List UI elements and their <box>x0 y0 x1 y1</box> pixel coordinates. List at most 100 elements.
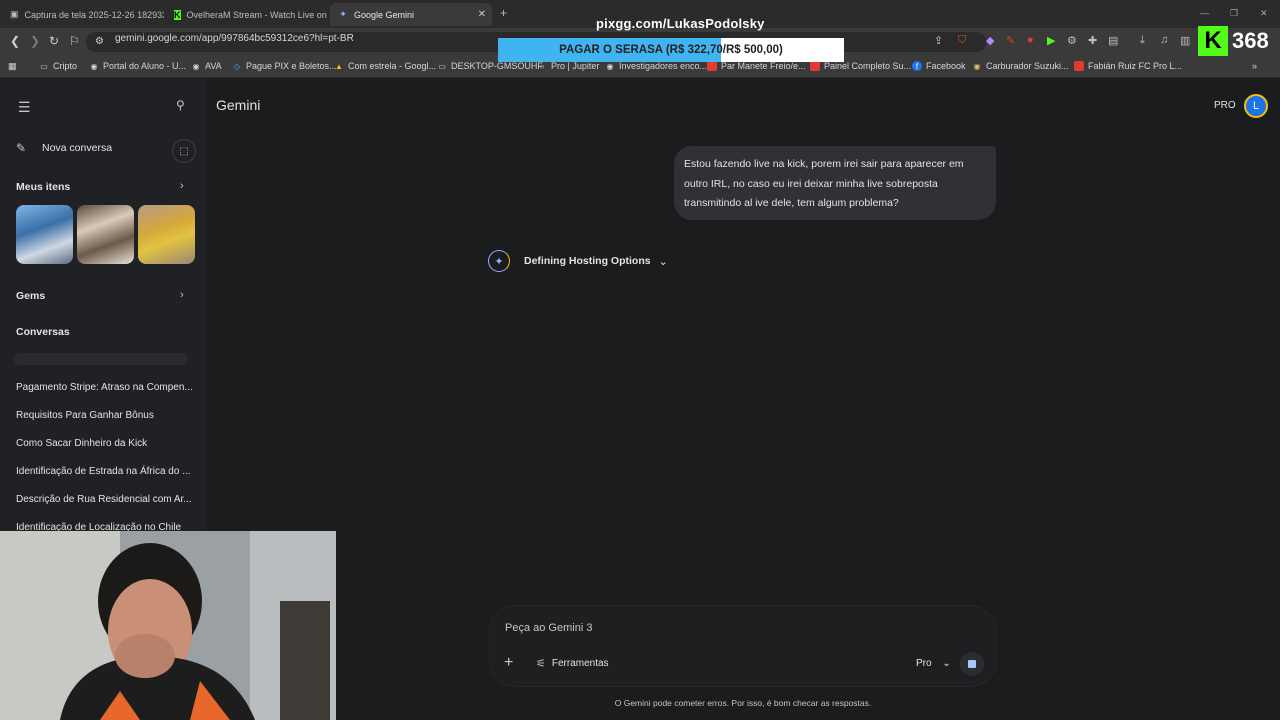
item-thumbnail[interactable] <box>77 205 134 264</box>
chevron-right-icon[interactable]: › <box>180 289 184 301</box>
conversation-item[interactable]: Requisitos Para Ganhar Bônus <box>16 410 154 421</box>
item-thumbnail[interactable] <box>16 205 73 264</box>
plus-icon[interactable]: + <box>504 654 513 672</box>
bookmark-item[interactable]: f Facebook <box>912 61 966 71</box>
pro-badge: PRO <box>1214 100 1236 111</box>
conversation-item[interactable]: Identificação de Estrada na África do ..… <box>16 466 191 477</box>
gemini-spark-icon: ✦ <box>488 250 510 272</box>
kick-icon: K <box>174 9 181 20</box>
conversation-placeholder <box>14 353 188 365</box>
stop-button[interactable] <box>960 652 984 676</box>
conversation-item[interactable]: Pagamento Stripe: Atraso na Compen... <box>16 382 193 393</box>
window-close-icon[interactable]: ✕ <box>1260 8 1268 19</box>
tab-label: OvelheraM Stream - Watch Live on K <box>186 9 329 20</box>
puzzle-icon[interactable]: ✚ <box>1088 34 1097 47</box>
bookmark-icon[interactable]: ⚐ <box>69 34 80 48</box>
chevron-down-icon: ⌄ <box>942 658 951 669</box>
download-icon[interactable]: ⤓ <box>1140 34 1145 47</box>
model-label: Pro <box>916 658 932 669</box>
extension-icon[interactable]: ● <box>1027 34 1034 46</box>
extension-icon[interactable]: ⚙ <box>1067 34 1077 47</box>
jupiter-icon: ○ <box>539 61 545 71</box>
back-icon[interactable]: ❮ <box>10 34 20 48</box>
extension-icon[interactable]: ✎ <box>1006 34 1015 47</box>
conversation-item[interactable]: Como Sacar Dinheiro da Kick <box>16 438 147 449</box>
ea-icon <box>1074 61 1084 71</box>
tab-kick-stream[interactable]: K OvelheraM Stream - Watch Live on K <box>166 3 328 26</box>
desktop-icon: ▭ <box>438 61 446 71</box>
tab-gemini[interactable]: ✦ Google Gemini ✕ <box>330 3 492 26</box>
prompt-composer: + ⚟ Ferramentas Pro ⌄ <box>490 606 996 686</box>
close-icon[interactable]: ✕ <box>478 9 486 20</box>
new-chat-label: Nova conversa <box>42 142 113 154</box>
tab-label: Captura de tela 2025-12-26 182933.p <box>24 9 164 20</box>
bookmark-item[interactable]: ◉ AVA <box>191 61 222 71</box>
pix-overlay: pixgg.com/LukasPodolsky <box>596 16 765 31</box>
my-items-heading[interactable]: Meus itens <box>16 181 70 193</box>
bookmark-item[interactable]: Par Manete Freio/e... <box>707 61 806 71</box>
tab-screenshot[interactable]: ▣ Captura de tela 2025-12-26 182933.p <box>2 3 164 26</box>
globe-icon: ◉ <box>90 61 98 71</box>
bookmark-item[interactable]: ◉ Carburador Suzuki... <box>972 61 1069 71</box>
menu-icon[interactable]: ☰ <box>18 99 31 116</box>
globe-icon: ◉ <box>973 61 981 71</box>
brave-shield-icon[interactable]: ⛉ <box>958 34 966 47</box>
bookmark-item[interactable]: ▭ DESKTOP-GMSOUHF <box>437 61 543 71</box>
maximize-icon[interactable]: ❐ <box>1230 8 1238 19</box>
bookmark-item[interactable]: ▭ Cripto <box>39 61 77 71</box>
webcam-overlay <box>0 531 336 720</box>
bookmark-item[interactable]: Fabián Ruiz FC Pro L... <box>1074 61 1182 71</box>
drive-icon: ▲ <box>335 61 343 71</box>
avatar[interactable]: L <box>1244 94 1268 118</box>
thinking-label: Defining Hosting Options <box>524 255 651 267</box>
user-message: Estou fazendo live na kick, porem irei s… <box>674 146 996 220</box>
chevron-down-icon: ⌄ <box>658 255 668 268</box>
bookmark-item[interactable]: ◉ Investigadores enco... <box>605 61 708 71</box>
chevron-right-icon[interactable]: › <box>180 180 184 192</box>
prompt-input[interactable] <box>505 622 885 634</box>
forward-icon[interactable]: ❯ <box>30 34 40 48</box>
gemini-icon: ✦ <box>339 9 347 19</box>
reload-icon[interactable]: ↻ <box>49 34 59 48</box>
extension-icon[interactable]: ▶ <box>1047 34 1055 47</box>
app-title: Gemini <box>216 97 261 113</box>
globe-icon: ◉ <box>192 61 200 71</box>
sidebar-toggle-icon[interactable]: ▥ <box>1180 34 1190 47</box>
sliders-icon: ⚟ <box>536 658 546 670</box>
apps-icon[interactable]: ▦ <box>8 61 17 72</box>
bookmark-item[interactable]: ◉ Portal do Aluno - U... <box>89 61 187 71</box>
extension-icon[interactable]: ◆ <box>986 34 994 47</box>
kick-logo-icon: K <box>1198 26 1228 56</box>
minimize-icon[interactable]: — <box>1200 8 1209 18</box>
bookmark-item[interactable]: Painel Completo Su... <box>810 61 911 71</box>
shop-icon <box>810 61 820 71</box>
thinking-toggle[interactable]: ✦ Defining Hosting Options ⌄ <box>488 250 668 272</box>
screen: ▣ Captura de tela 2025-12-26 182933.p K … <box>0 0 1280 720</box>
folder-icon: ▭ <box>40 61 48 71</box>
share-icon[interactable]: ⇪ <box>934 34 943 47</box>
viewer-count: 368 <box>1232 28 1269 53</box>
music-icon[interactable]: ♫ <box>1160 34 1168 46</box>
site-info-icon[interactable]: ⚙ <box>95 36 104 47</box>
gems-heading[interactable]: Gems <box>16 290 45 302</box>
search-icon[interactable]: ⚲ <box>176 98 185 112</box>
shop-icon <box>707 61 717 71</box>
more-bookmarks-icon[interactable]: » <box>1252 61 1257 71</box>
conversation-item[interactable]: Descrição de Rua Residencial com Ar... <box>16 494 192 505</box>
url-text[interactable]: gemini.google.com/app/997864bc59312ce6?h… <box>115 33 354 44</box>
new-tab-icon[interactable]: + <box>500 6 507 20</box>
globe-icon: ◉ <box>606 61 614 71</box>
model-selector[interactable]: Pro ⌄ <box>916 658 951 669</box>
pix-icon: ◇ <box>233 61 241 71</box>
edit-icon: ✎ <box>16 141 27 155</box>
temporary-chat-icon[interactable]: ⬚ <box>172 139 196 163</box>
new-chat-button[interactable]: ✎ Nova conversa <box>16 141 112 155</box>
bookmark-item[interactable]: ○ Pro | Jupiter <box>537 61 600 71</box>
stop-icon <box>968 660 976 668</box>
bookmark-item[interactable]: ◇ Pague PIX e Boletos... <box>232 61 337 71</box>
item-thumbnail[interactable] <box>138 205 195 264</box>
bookmark-item[interactable]: ▲ Com estrela - Googl... <box>334 61 436 71</box>
tools-label: Ferramentas <box>551 658 609 669</box>
extension-icon[interactable]: ▤ <box>1108 34 1118 47</box>
tools-button[interactable]: ⚟ Ferramentas <box>536 657 609 670</box>
